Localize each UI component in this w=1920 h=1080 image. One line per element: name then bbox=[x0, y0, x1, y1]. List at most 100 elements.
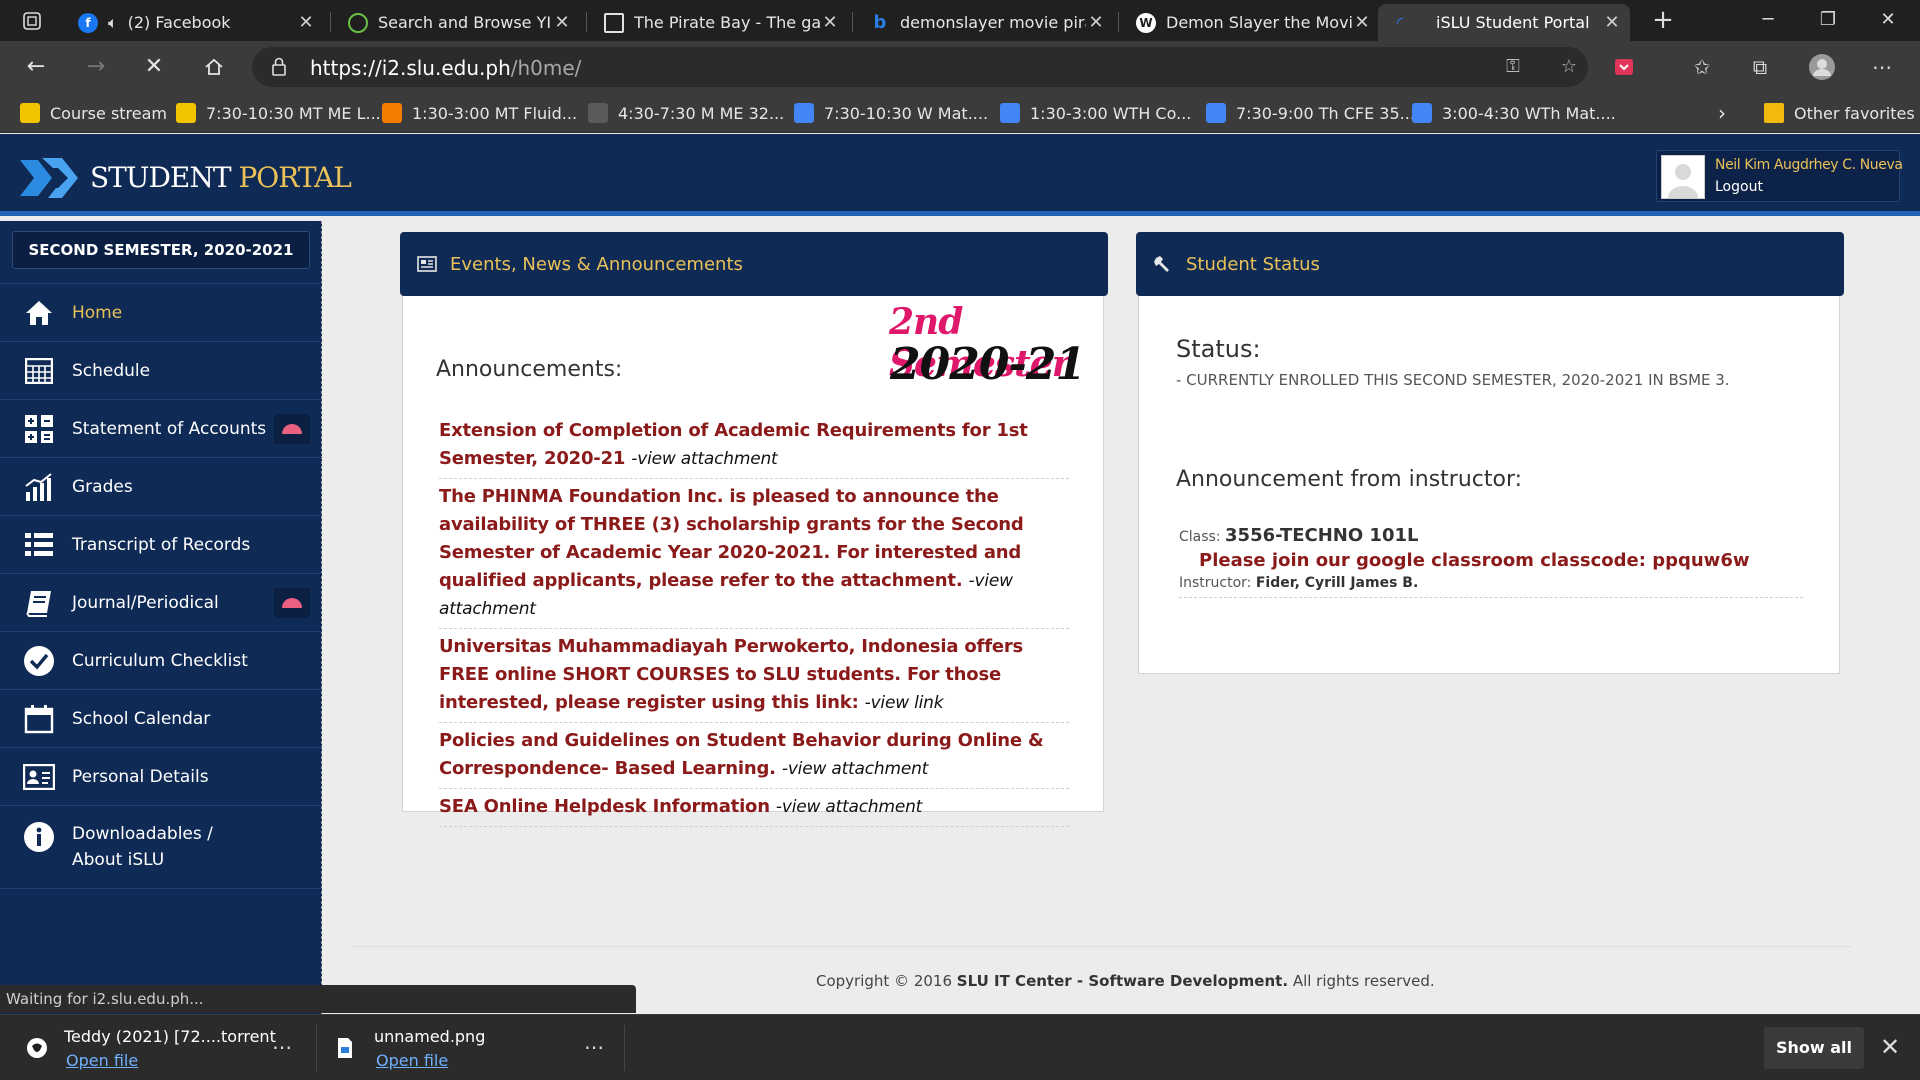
favorite-item[interactable]: 1:30-3:00 WTH Co... bbox=[1000, 101, 1191, 125]
download-item[interactable]: unnamed.png Open file ⋯ bbox=[336, 1023, 616, 1073]
tab-title: demonslayer movie pirat bbox=[900, 13, 1086, 32]
favorite-label: 1:30-3:00 WTH Co... bbox=[1030, 103, 1192, 123]
more-options-icon[interactable]: ⋯ bbox=[1868, 53, 1896, 81]
sidebar-item-downloadables[interactable]: Downloadables / About iSLU bbox=[0, 805, 322, 889]
newspaper-icon bbox=[416, 253, 438, 275]
close-tab-icon[interactable]: ✕ bbox=[1602, 12, 1622, 33]
favorite-item[interactable]: 4:30-7:30 M ME 32... bbox=[588, 101, 784, 125]
favorite-label: 1:30-3:00 MT Fluid... bbox=[412, 103, 578, 123]
portal-logo[interactable]: STUDENT PORTAL bbox=[18, 154, 352, 200]
forward-button[interactable]: → bbox=[78, 49, 114, 85]
collections-icon[interactable]: ⧉ bbox=[1746, 53, 1774, 81]
minimize-button[interactable]: ─ bbox=[1738, 0, 1798, 40]
tab-title: The Pirate Bay - The gala bbox=[634, 13, 820, 32]
close-tab-icon[interactable]: ✕ bbox=[1086, 12, 1106, 33]
sidebar-item-label-group: Downloadables / About iSLU bbox=[72, 821, 213, 873]
status-value: - CURRENTLY ENROLLED THIS SECOND SEMESTE… bbox=[1176, 371, 1730, 389]
favorite-item[interactable]: 7:30-10:30 W Mat.... bbox=[794, 101, 988, 125]
favorites-icon[interactable]: ✩ bbox=[1688, 53, 1716, 81]
announcement-item: Universitas Muhammadiayah Perwokerto, In… bbox=[439, 629, 1069, 723]
instructor-message: Please join our google classroom classco… bbox=[1199, 550, 1750, 571]
tab-islu-portal[interactable]: ◜ iSLU Student Portal ✕ bbox=[1378, 4, 1630, 41]
tab-facebook[interactable]: f 🔈︎ (2) Facebook ✕ bbox=[66, 4, 324, 41]
announcement-link[interactable]: -view link bbox=[865, 693, 944, 713]
favorite-label: 3:00-4:30 WTh Mat.... bbox=[1442, 103, 1616, 123]
sidebar-item-label: Personal Details bbox=[72, 766, 209, 787]
close-tab-icon[interactable]: ✕ bbox=[820, 12, 840, 33]
other-favorites-folder[interactable]: Other favorites bbox=[1764, 101, 1915, 125]
semester-banner: 2nd Semester 2020-21 bbox=[889, 301, 1099, 391]
show-all-downloads-button[interactable]: Show all bbox=[1764, 1027, 1864, 1069]
close-tab-icon[interactable]: ✕ bbox=[1352, 12, 1372, 33]
tab-title: (2) Facebook bbox=[127, 13, 231, 32]
book-icon bbox=[22, 586, 56, 620]
sidebar-item-curriculum-checklist[interactable]: Curriculum Checklist bbox=[0, 631, 322, 689]
announcement-link[interactable]: -view attachment bbox=[631, 449, 777, 469]
download-more-icon[interactable]: ⋯ bbox=[584, 1035, 604, 1059]
favorite-item[interactable]: 1:30-3:00 MT Fluid... bbox=[382, 101, 577, 125]
tab-wordpress[interactable]: W Demon Slayer the Movie ✕ bbox=[1124, 4, 1380, 41]
announcements-list: Extension of Completion of Academic Requ… bbox=[439, 413, 1069, 827]
classroom-icon bbox=[1000, 103, 1020, 123]
tab-yify[interactable]: Search and Browse YIFY ✕ bbox=[336, 4, 580, 41]
favorite-item[interactable]: 7:30-10:30 MT ME L... bbox=[176, 101, 381, 125]
stop-loading-button[interactable]: ✕ bbox=[136, 49, 172, 85]
user-name[interactable]: Neil Kim Augdrhey C. Nueva bbox=[1715, 157, 1903, 173]
close-tab-icon[interactable]: ✕ bbox=[552, 12, 572, 33]
download-open-link[interactable]: Open file bbox=[66, 1051, 138, 1070]
close-window-button[interactable]: ✕ bbox=[1858, 0, 1918, 40]
download-item[interactable]: Teddy (2021) [72....torrent Open file ⋯ bbox=[26, 1023, 306, 1073]
announcements-heading: Announcements: bbox=[436, 357, 623, 382]
sidebar-item-personal-details[interactable]: Personal Details bbox=[0, 747, 322, 805]
sidebar-item-journal-periodical[interactable]: Journal/Periodical bbox=[0, 573, 322, 631]
lock-icon[interactable] bbox=[270, 56, 288, 82]
announcement-link[interactable]: -view attachment bbox=[782, 759, 928, 779]
announcement-text: The PHINMA Foundation Inc. is pleased to… bbox=[439, 486, 1024, 591]
new-tab-button[interactable]: + bbox=[1648, 6, 1678, 36]
class-value: 3556-TECHNO 101L bbox=[1225, 525, 1419, 546]
classroom-icon bbox=[1412, 103, 1432, 123]
wrench-icon bbox=[1152, 253, 1174, 275]
instructor-label: Instructor: bbox=[1179, 575, 1252, 591]
favorite-item[interactable]: 3:00-4:30 WTh Mat.... bbox=[1412, 101, 1616, 125]
sidebar-item-grades[interactable]: Grades bbox=[0, 457, 322, 515]
id-card-icon bbox=[22, 760, 56, 794]
tab-title: iSLU Student Portal bbox=[1436, 13, 1590, 32]
close-download-shelf-icon[interactable]: ✕ bbox=[1880, 1033, 1900, 1061]
download-more-icon[interactable]: ⋯ bbox=[272, 1035, 292, 1059]
pocket-extension-icon[interactable] bbox=[1610, 53, 1638, 81]
chevron-right-icon[interactable]: › bbox=[1718, 101, 1726, 125]
check-circle-icon bbox=[22, 644, 56, 678]
restore-button[interactable]: ❐ bbox=[1798, 0, 1858, 40]
semester-label: SECOND SEMESTER, 2020-2021 bbox=[12, 231, 310, 269]
add-favorite-icon[interactable]: ☆ bbox=[1558, 56, 1580, 78]
instructor-row: Instructor: Fider, Cyrill James B. bbox=[1179, 575, 1803, 591]
sidebar-item-school-calendar[interactable]: School Calendar bbox=[0, 689, 322, 747]
home-outline-icon bbox=[205, 58, 223, 75]
tab-bing[interactable]: b demonslayer movie pirat ✕ bbox=[858, 4, 1114, 41]
url-bar[interactable]: https://i2.slu.edu.ph/h0me/ ⚿ ☆ bbox=[252, 47, 1588, 87]
download-open-link[interactable]: Open file bbox=[376, 1051, 448, 1070]
logout-link[interactable]: Logout bbox=[1715, 179, 1763, 195]
sidebar-item-schedule[interactable]: Schedule bbox=[0, 341, 322, 399]
home-button[interactable] bbox=[196, 49, 232, 85]
favorite-course-stream[interactable]: Course stream bbox=[20, 101, 167, 125]
close-tab-icon[interactable]: ✕ bbox=[296, 12, 316, 33]
url-host: https://i2.slu.edu.ph bbox=[310, 56, 511, 80]
announcement-link[interactable]: -view attachment bbox=[776, 797, 922, 817]
speaker-icon[interactable]: 🔈︎ bbox=[108, 13, 118, 33]
events-panel-title: Events, News & Announcements bbox=[450, 253, 743, 275]
logo-word-student: STUDENT bbox=[90, 160, 232, 194]
sidebar-item-transcript-of-records[interactable]: Transcript of Records bbox=[0, 515, 322, 573]
key-icon[interactable]: ⚿ bbox=[1502, 56, 1524, 78]
favorite-label: 7:30-10:30 W Mat.... bbox=[824, 103, 989, 123]
sidebar-item-statement-of-accounts[interactable]: Statement of Accounts bbox=[0, 399, 322, 457]
favorite-item[interactable]: 7:30-9:00 Th CFE 35... bbox=[1206, 101, 1415, 125]
tab-pirate-bay[interactable]: The Pirate Bay - The gala ✕ bbox=[592, 4, 848, 41]
student-status-panel: Student Status Status: - CURRENTLY ENROL… bbox=[1136, 232, 1844, 674]
sidebar-item-home[interactable]: Home bbox=[0, 283, 322, 341]
profile-avatar-icon[interactable] bbox=[1808, 53, 1836, 81]
back-button[interactable]: ← bbox=[18, 49, 54, 85]
tab-actions-icon[interactable] bbox=[12, 8, 52, 34]
favorite-label: 7:30-9:00 Th CFE 35... bbox=[1236, 103, 1415, 123]
